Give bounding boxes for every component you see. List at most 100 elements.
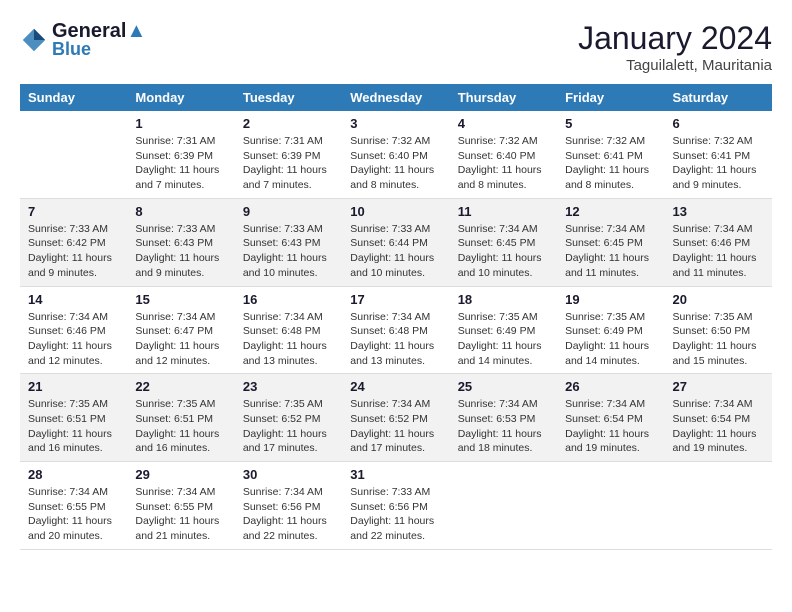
- day-info: Sunrise: 7:35 AM Sunset: 6:51 PM Dayligh…: [135, 397, 226, 456]
- header-row: SundayMondayTuesdayWednesdayThursdayFrid…: [20, 84, 772, 111]
- day-number: 11: [458, 204, 549, 219]
- day-number: 14: [28, 292, 119, 307]
- day-info: Sunrise: 7:34 AM Sunset: 6:45 PM Dayligh…: [565, 222, 656, 281]
- day-number: 25: [458, 379, 549, 394]
- day-number: 29: [135, 467, 226, 482]
- day-info: Sunrise: 7:35 AM Sunset: 6:50 PM Dayligh…: [673, 310, 764, 369]
- day-number: 27: [673, 379, 764, 394]
- calendar-cell: [20, 111, 127, 198]
- calendar-header: SundayMondayTuesdayWednesdayThursdayFrid…: [20, 84, 772, 111]
- calendar-cell: [557, 462, 664, 550]
- logo: General▲ Blue: [20, 20, 146, 60]
- header-cell-saturday: Saturday: [665, 84, 772, 111]
- day-number: 23: [243, 379, 334, 394]
- calendar-cell: 19Sunrise: 7:35 AM Sunset: 6:49 PM Dayli…: [557, 286, 664, 374]
- day-number: 26: [565, 379, 656, 394]
- day-info: Sunrise: 7:31 AM Sunset: 6:39 PM Dayligh…: [243, 134, 334, 193]
- calendar-cell: [665, 462, 772, 550]
- calendar-cell: 8Sunrise: 7:33 AM Sunset: 6:43 PM Daylig…: [127, 198, 234, 286]
- calendar-cell: 22 Sunrise: 7:35 AM Sunset: 6:51 PM Dayli…: [127, 374, 234, 462]
- header-cell-monday: Monday: [127, 84, 234, 111]
- day-info: Sunrise: 7:32 AM Sunset: 6:41 PM Dayligh…: [565, 134, 656, 193]
- header-cell-tuesday: Tuesday: [235, 84, 342, 111]
- day-info: Sunrise: 7:34 AM Sunset: 6:47 PM Dayligh…: [135, 310, 226, 369]
- week-row-1: 7 Sunrise: 7:33 AM Sunset: 6:42 PM Daylig…: [20, 198, 772, 286]
- calendar-cell: 24 Sunrise: 7:34 AM Sunset: 6:52 PM Dayli…: [342, 374, 449, 462]
- day-info: Sunrise: 7:35 AM Sunset: 6:51 PM Dayligh…: [28, 397, 119, 456]
- week-row-0: 1Sunrise: 7:31 AM Sunset: 6:39 PM Daylig…: [20, 111, 772, 198]
- page-header: General▲ Blue January 2024 Taguilalett, …: [20, 20, 772, 74]
- calendar-cell: 3 Sunrise: 7:32 AM Sunset: 6:40 PM Daylig…: [342, 111, 449, 198]
- day-info: Sunrise: 7:34 AM Sunset: 6:53 PM Dayligh…: [458, 397, 549, 456]
- calendar-cell: 31Sunrise: 7:33 AM Sunset: 6:56 PM Dayli…: [342, 462, 449, 550]
- logo-icon: [20, 26, 48, 54]
- day-number: 18: [458, 292, 549, 307]
- day-info: Sunrise: 7:34 AM Sunset: 6:52 PM Dayligh…: [350, 397, 441, 456]
- day-info: Sunrise: 7:34 AM Sunset: 6:56 PM Dayligh…: [243, 485, 334, 544]
- day-number: 6: [673, 116, 764, 131]
- day-number: 5: [565, 116, 656, 131]
- calendar-cell: 14 Sunrise: 7:34 AM Sunset: 6:46 PM Dayli…: [20, 286, 127, 374]
- day-number: 17: [350, 292, 441, 307]
- calendar-cell: 20 Sunrise: 7:35 AM Sunset: 6:50 PM Dayli…: [665, 286, 772, 374]
- logo-text: General▲ Blue: [52, 20, 146, 60]
- calendar-cell: 6Sunrise: 7:32 AM Sunset: 6:41 PM Daylig…: [665, 111, 772, 198]
- calendar-cell: 4 Sunrise: 7:32 AM Sunset: 6:40 PM Daylig…: [450, 111, 557, 198]
- day-number: 2: [243, 116, 334, 131]
- calendar-cell: 18 Sunrise: 7:35 AM Sunset: 6:49 PM Dayli…: [450, 286, 557, 374]
- location: Taguilalett, Mauritania: [578, 57, 772, 74]
- calendar-cell: 17Sunrise: 7:34 AM Sunset: 6:48 PM Dayli…: [342, 286, 449, 374]
- day-info: Sunrise: 7:32 AM Sunset: 6:40 PM Dayligh…: [458, 134, 549, 193]
- header-cell-thursday: Thursday: [450, 84, 557, 111]
- day-number: 4: [458, 116, 549, 131]
- day-number: 20: [673, 292, 764, 307]
- day-info: Sunrise: 7:33 AM Sunset: 6:42 PM Dayligh…: [28, 222, 119, 281]
- calendar-cell: 11 Sunrise: 7:34 AM Sunset: 6:45 PM Dayli…: [450, 198, 557, 286]
- month-title: January 2024: [578, 20, 772, 57]
- day-info: Sunrise: 7:34 AM Sunset: 6:54 PM Dayligh…: [565, 397, 656, 456]
- day-info: Sunrise: 7:33 AM Sunset: 6:43 PM Dayligh…: [135, 222, 226, 281]
- day-info: Sunrise: 7:33 AM Sunset: 6:43 PM Dayligh…: [243, 222, 334, 281]
- calendar-cell: 21Sunrise: 7:35 AM Sunset: 6:51 PM Dayli…: [20, 374, 127, 462]
- day-number: 28: [28, 467, 119, 482]
- day-number: 9: [243, 204, 334, 219]
- calendar-cell: [450, 462, 557, 550]
- header-cell-wednesday: Wednesday: [342, 84, 449, 111]
- day-number: 30: [243, 467, 334, 482]
- calendar-cell: 7 Sunrise: 7:33 AM Sunset: 6:42 PM Daylig…: [20, 198, 127, 286]
- calendar-cell: 12Sunrise: 7:34 AM Sunset: 6:45 PM Dayli…: [557, 198, 664, 286]
- calendar-cell: 1Sunrise: 7:31 AM Sunset: 6:39 PM Daylig…: [127, 111, 234, 198]
- day-info: Sunrise: 7:32 AM Sunset: 6:40 PM Dayligh…: [350, 134, 441, 193]
- calendar-cell: 27Sunrise: 7:34 AM Sunset: 6:54 PM Dayli…: [665, 374, 772, 462]
- calendar-cell: 10Sunrise: 7:33 AM Sunset: 6:44 PM Dayli…: [342, 198, 449, 286]
- day-info: Sunrise: 7:33 AM Sunset: 6:56 PM Dayligh…: [350, 485, 441, 544]
- header-cell-sunday: Sunday: [20, 84, 127, 111]
- calendar-cell: 2 Sunrise: 7:31 AM Sunset: 6:39 PM Daylig…: [235, 111, 342, 198]
- calendar-cell: 28Sunrise: 7:34 AM Sunset: 6:55 PM Dayli…: [20, 462, 127, 550]
- day-info: Sunrise: 7:34 AM Sunset: 6:45 PM Dayligh…: [458, 222, 549, 281]
- calendar-cell: 25 Sunrise: 7:34 AM Sunset: 6:53 PM Dayli…: [450, 374, 557, 462]
- day-info: Sunrise: 7:35 AM Sunset: 6:49 PM Dayligh…: [458, 310, 549, 369]
- calendar-cell: 30 Sunrise: 7:34 AM Sunset: 6:56 PM Dayli…: [235, 462, 342, 550]
- day-number: 13: [673, 204, 764, 219]
- day-number: 22: [135, 379, 226, 394]
- calendar-cell: 16Sunrise: 7:34 AM Sunset: 6:48 PM Dayli…: [235, 286, 342, 374]
- calendar-cell: 26 Sunrise: 7:34 AM Sunset: 6:54 PM Dayli…: [557, 374, 664, 462]
- day-number: 3: [350, 116, 441, 131]
- calendar-cell: 15Sunrise: 7:34 AM Sunset: 6:47 PM Dayli…: [127, 286, 234, 374]
- week-row-4: 28Sunrise: 7:34 AM Sunset: 6:55 PM Dayli…: [20, 462, 772, 550]
- day-info: Sunrise: 7:34 AM Sunset: 6:48 PM Dayligh…: [243, 310, 334, 369]
- day-number: 7: [28, 204, 119, 219]
- calendar-cell: 23Sunrise: 7:35 AM Sunset: 6:52 PM Dayli…: [235, 374, 342, 462]
- calendar-table: SundayMondayTuesdayWednesdayThursdayFrid…: [20, 84, 772, 550]
- day-info: Sunrise: 7:31 AM Sunset: 6:39 PM Dayligh…: [135, 134, 226, 193]
- calendar-cell: 9 Sunrise: 7:33 AM Sunset: 6:43 PM Daylig…: [235, 198, 342, 286]
- header-cell-friday: Friday: [557, 84, 664, 111]
- calendar-cell: 29Sunrise: 7:34 AM Sunset: 6:55 PM Dayli…: [127, 462, 234, 550]
- day-number: 19: [565, 292, 656, 307]
- calendar-cell: 13 Sunrise: 7:34 AM Sunset: 6:46 PM Dayli…: [665, 198, 772, 286]
- day-info: Sunrise: 7:34 AM Sunset: 6:46 PM Dayligh…: [673, 222, 764, 281]
- day-info: Sunrise: 7:34 AM Sunset: 6:46 PM Dayligh…: [28, 310, 119, 369]
- week-row-3: 21Sunrise: 7:35 AM Sunset: 6:51 PM Dayli…: [20, 374, 772, 462]
- day-number: 24: [350, 379, 441, 394]
